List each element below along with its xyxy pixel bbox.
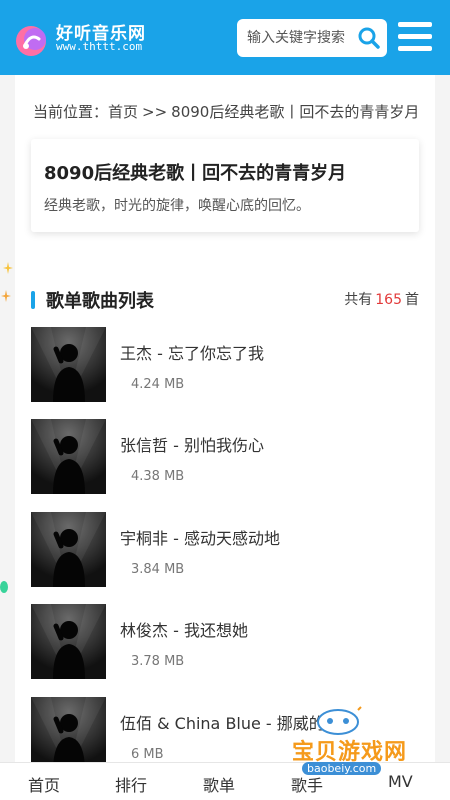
singer-silhouette-icon — [31, 697, 106, 772]
song-item[interactable]: 王杰 - 忘了你忘了我 4.24 MB — [31, 327, 419, 405]
breadcrumb-current: 8090后经典老歌丨回不去的青青岁月 — [171, 103, 420, 121]
gamepad-mascot-icon — [317, 706, 362, 735]
decor-dot-icon — [0, 581, 8, 593]
site-logo[interactable]: 好听音乐网 www.thttt.com — [14, 19, 164, 59]
playlist-description: 经典老歌，时光的旋律，唤醒心底的回忆。 — [44, 198, 310, 214]
logo-music-icon — [16, 26, 46, 56]
song-file-size: 4.38 MB — [131, 469, 185, 484]
singer-silhouette-icon — [31, 327, 106, 402]
song-item[interactable]: 宇桐非 - 感动天感动地 3.84 MB — [31, 512, 419, 590]
nav-ranking[interactable]: 排行 — [115, 772, 147, 796]
song-title[interactable]: 宇桐非 - 感动天感动地 — [120, 525, 390, 549]
breadcrumb-separator: >> — [142, 103, 168, 121]
watermark: 宝贝游戏网 baobeiy.com — [276, 704, 416, 784]
breadcrumb-prefix: 当前位置： — [33, 103, 109, 121]
song-thumbnail[interactable] — [31, 604, 106, 679]
logo-url-text: www.thttt.com — [56, 40, 143, 53]
watermark-url: baobeiy.com — [302, 762, 382, 775]
song-file-size: 4.24 MB — [131, 377, 185, 392]
singer-silhouette-icon — [31, 604, 106, 679]
decor-star-icon — [3, 262, 13, 274]
song-thumbnail[interactable] — [31, 512, 106, 587]
search-input[interactable] — [237, 19, 355, 57]
song-count-suffix: 首 — [405, 292, 419, 308]
song-item[interactable]: 林俊杰 - 我还想她 3.78 MB — [31, 604, 419, 682]
song-thumbnail[interactable] — [31, 327, 106, 402]
playlist-title: 8090后经典老歌丨回不去的青青岁月 — [44, 163, 347, 184]
song-count: 共有 165 首 — [344, 289, 419, 309]
song-file-size: 6 MB — [131, 747, 164, 762]
song-count-prefix: 共有 — [344, 292, 373, 308]
top-header: 好听音乐网 www.thttt.com — [0, 0, 450, 75]
song-title[interactable]: 张信哲 - 别怕我伤心 — [120, 432, 390, 456]
song-thumbnail[interactable] — [31, 697, 106, 772]
song-list-title: 歌单歌曲列表 — [46, 291, 154, 312]
song-file-size: 3.78 MB — [131, 654, 185, 669]
song-item[interactable]: 张信哲 - 别怕我伤心 4.38 MB — [31, 419, 419, 497]
page: 好听音乐网 www.thttt.com 当前位置：首页>>8090后经典老歌丨回… — [0, 0, 450, 800]
menu-icon[interactable] — [398, 20, 434, 54]
song-title[interactable]: 林俊杰 - 我还想她 — [120, 617, 390, 641]
section-accent-bar — [31, 291, 35, 309]
breadcrumb: 当前位置：首页 >> 8090后经典老歌丨回不去的青青岁月 — [33, 101, 423, 122]
search-box — [237, 19, 387, 57]
singer-silhouette-icon — [31, 419, 106, 494]
nav-home[interactable]: 首页 — [28, 772, 60, 796]
singer-silhouette-icon — [31, 512, 106, 587]
breadcrumb-home-link[interactable]: 首页 — [108, 103, 138, 121]
song-count-number: 165 — [375, 292, 402, 308]
song-title[interactable]: 王杰 - 忘了你忘了我 — [120, 340, 390, 364]
main-content: 当前位置：首页 >> 8090后经典老歌丨回不去的青青岁月 8090后经典老歌丨回不… — [15, 75, 435, 772]
song-thumbnail[interactable] — [31, 419, 106, 494]
decor-star-icon — [1, 290, 11, 302]
nav-playlists[interactable]: 歌单 — [203, 772, 235, 796]
search-icon[interactable] — [357, 26, 381, 50]
song-file-size: 3.84 MB — [131, 562, 185, 577]
song-list-header: 歌单歌曲列表 共有 165 首 — [31, 287, 419, 313]
playlist-intro-card: 8090后经典老歌丨回不去的青青岁月 经典老歌，时光的旋律，唤醒心底的回忆。 — [31, 139, 419, 232]
